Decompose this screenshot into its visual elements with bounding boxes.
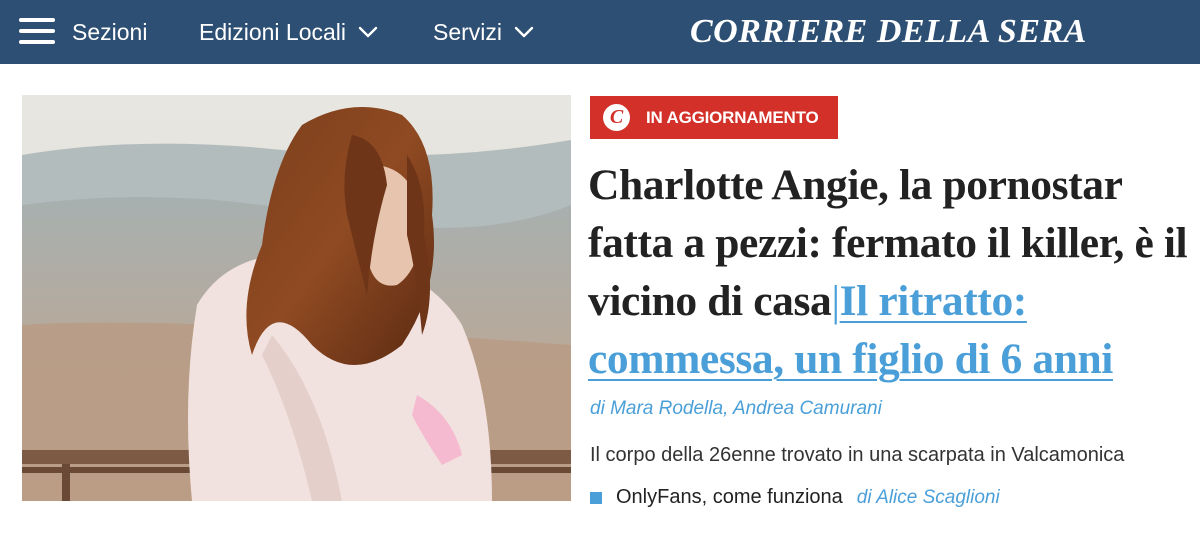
chevron-down-icon	[358, 26, 378, 38]
related-article-link[interactable]: OnlyFans, come funziona	[616, 486, 843, 509]
sections-menu-button[interactable]: Sezioni	[72, 0, 147, 64]
chevron-down-icon	[514, 26, 534, 38]
hamburger-icon[interactable]	[19, 18, 55, 44]
services-label: Servizi	[433, 18, 503, 45]
services-dropdown[interactable]: Servizi	[433, 0, 534, 64]
related-article: OnlyFans, come funziona di Alice Scaglio…	[590, 486, 1000, 509]
brand-logo[interactable]: CORRIERE DELLA SERA	[690, 8, 1087, 56]
local-editions-dropdown[interactable]: Edizioni Locali	[199, 0, 378, 64]
related-article-author[interactable]: di Alice Scaglioni	[857, 487, 1000, 509]
article-summary: Il corpo della 26enne trovato in una sca…	[590, 444, 1125, 466]
article-headline[interactable]: Charlotte Angie, la pornostar fatta a pe…	[588, 156, 1188, 388]
authors-link[interactable]: di Mara Rodella, Andrea Camurani	[590, 398, 882, 419]
live-update-badge: C IN AGGIORNAMENTO	[590, 96, 838, 139]
article-photo-image	[22, 95, 571, 501]
headline-separator: |	[831, 277, 840, 325]
bullet-square-icon	[590, 491, 602, 504]
article-photo[interactable]	[22, 95, 571, 501]
local-editions-label: Edizioni Locali	[199, 18, 347, 45]
article-authors: di Mara Rodella, Andrea Camurani	[590, 398, 882, 420]
live-update-label: IN AGGIORNAMENTO	[646, 107, 819, 127]
sections-menu-label: Sezioni	[72, 18, 148, 45]
corriere-logo-icon: C	[603, 104, 630, 131]
top-navigation-bar: Sezioni Edizioni Locali Servizi CORRIERE…	[0, 0, 1200, 64]
